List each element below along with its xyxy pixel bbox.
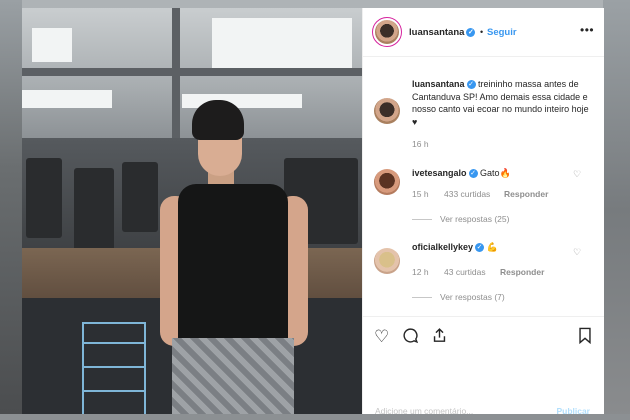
comment-username[interactable]: oficialkellykey: [412, 242, 473, 252]
publish-button[interactable]: Publicar: [556, 406, 590, 416]
comment-like-icon[interactable]: ♡: [573, 169, 581, 180]
separator-dot: •: [480, 27, 484, 37]
caption-username[interactable]: luansantana: [412, 79, 465, 89]
comment-text: Gato🔥: [480, 168, 511, 178]
comment-likes[interactable]: 43 curtidas: [444, 267, 486, 277]
post-header: luansantana ✓ • Seguir •••: [363, 8, 604, 57]
verified-icon: ✓: [475, 243, 485, 253]
reply-button[interactable]: Responder: [500, 267, 544, 277]
background-bottom: [0, 414, 630, 420]
background-left-blur: [0, 0, 22, 420]
heart-icon[interactable]: ♡: [374, 327, 389, 347]
verified-icon: ✓: [466, 27, 476, 37]
post-side-panel: luansantana ✓ • Seguir ••• luansantana ✓ t…: [362, 8, 604, 416]
comment-input[interactable]: Adicione um comentário...: [375, 406, 473, 416]
post-photo[interactable]: [22, 8, 362, 414]
action-bar: ♡: [363, 316, 604, 357]
bookmark-icon[interactable]: [577, 327, 593, 349]
share-icon[interactable]: [431, 327, 448, 349]
caption: luansantana ✓ treininho massa antes de Ca…: [412, 78, 594, 128]
comment-icon[interactable]: [402, 327, 419, 349]
comment-text: 💪: [486, 242, 498, 252]
replies-divider: [412, 219, 432, 220]
comment-row: ivetesangalo ✓ Gato🔥: [412, 168, 511, 179]
author-avatar[interactable]: [375, 20, 399, 44]
comment-likes[interactable]: 433 curtidas: [444, 189, 490, 199]
author-username-row[interactable]: luansantana ✓: [409, 27, 476, 38]
comment-avatar[interactable]: [374, 169, 400, 195]
background-top: [0, 0, 630, 8]
view-replies-button[interactable]: Ver respostas (25): [440, 214, 509, 224]
replies-divider: [412, 297, 432, 298]
reply-button[interactable]: Responder: [504, 189, 548, 199]
comment-time[interactable]: 12 h: [412, 267, 429, 277]
verified-icon: ✓: [468, 169, 478, 179]
comment-avatar[interactable]: [374, 248, 400, 274]
comment-time[interactable]: 15 h: [412, 189, 429, 199]
comment-like-icon[interactable]: ♡: [573, 247, 581, 258]
caption-avatar[interactable]: [374, 98, 400, 124]
follow-button[interactable]: Seguir: [487, 27, 517, 38]
verified-icon: ✓: [466, 80, 476, 90]
comment-username[interactable]: ivetesangalo: [412, 168, 467, 178]
caption-time[interactable]: 16 h: [412, 139, 429, 149]
author-username[interactable]: luansantana: [409, 27, 464, 38]
background-right-blur: [603, 0, 630, 420]
more-options-icon[interactable]: •••: [580, 23, 594, 37]
view-replies-button[interactable]: Ver respostas (7): [440, 292, 505, 302]
comment-row: oficialkellykey ✓ 💪: [412, 242, 498, 253]
